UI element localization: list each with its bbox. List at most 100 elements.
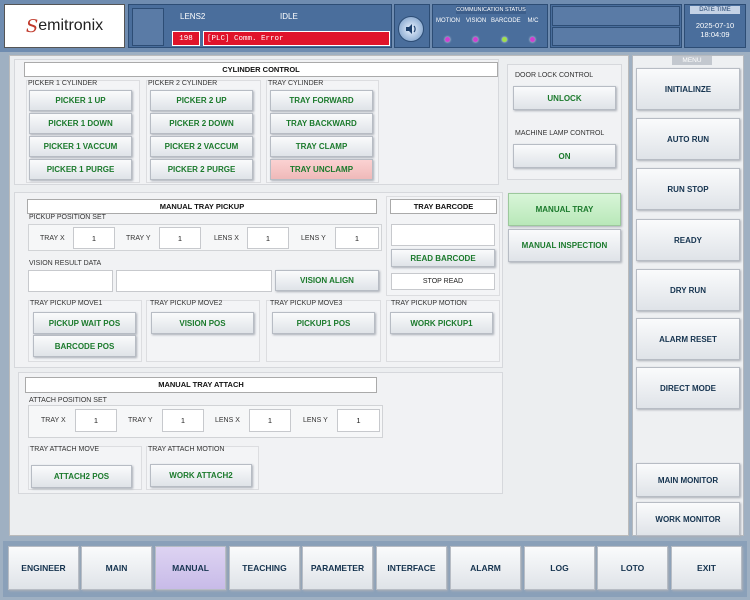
nav-exit[interactable]: EXIT: [671, 546, 742, 590]
pickup-tray-y-label: TRAY Y: [126, 235, 151, 242]
tray-forward-button[interactable]: TRAY FORWARD: [270, 90, 373, 111]
pickup-tray-x-input[interactable]: 1: [73, 227, 115, 249]
comm-item-mc: M/C: [527, 18, 539, 24]
work-pickup1-button[interactable]: WORK PICKUP1: [390, 312, 493, 334]
attach-tray-x-label: TRAY X: [41, 417, 66, 424]
pickup-lens-x-input[interactable]: 1: [247, 227, 289, 249]
stop-read-button[interactable]: STOP READ: [391, 273, 495, 290]
pickup-move3-label: TRAY PICKUP MOVE3: [270, 300, 343, 307]
attach-tray-y-input[interactable]: 1: [162, 409, 204, 432]
vision-result-label: VISION RESULT DATA: [29, 260, 102, 267]
nav-main[interactable]: MAIN: [81, 546, 152, 590]
menu-title: MENU: [672, 56, 712, 65]
door-lock-label: DOOR LOCK CONTROL: [515, 72, 594, 79]
comm-item-motion: MOTION: [436, 18, 460, 24]
status-slot: [132, 8, 164, 46]
work-attach2-button[interactable]: WORK ATTACH2: [150, 464, 252, 487]
pickup-wait-pos-button[interactable]: PICKUP WAIT POS: [33, 312, 136, 334]
pickup-position-label: PICKUP POSITION SET: [29, 214, 106, 221]
attach-tray-y-label: TRAY Y: [128, 417, 153, 424]
attach-position-label: ATTACH POSITION SET: [29, 397, 107, 404]
nav-parameter[interactable]: PARAMETER: [302, 546, 373, 590]
comm-status-label: COMMUNICATION STATUS: [456, 6, 526, 14]
picker1-label: PICKER 1 CYLINDER: [28, 80, 98, 87]
nav-alarm[interactable]: ALARM: [450, 546, 521, 590]
tray-clamp-button[interactable]: TRAY CLAMP: [270, 136, 373, 157]
speaker-button[interactable]: [398, 16, 424, 42]
mc-status-led: [530, 37, 535, 42]
nav-loto[interactable]: LOTO: [597, 546, 668, 590]
attach-tray-x-input[interactable]: 1: [75, 409, 117, 432]
picker1-down-button[interactable]: PICKER 1 DOWN: [29, 113, 132, 134]
vision-status-led: [473, 37, 478, 42]
unlock-button[interactable]: UNLOCK: [513, 86, 616, 110]
comm-item-barcode: BARCODE: [491, 18, 521, 24]
vision-align-button[interactable]: VISION ALIGN: [275, 270, 379, 291]
picker1-purge-button[interactable]: PICKER 1 PURGE: [29, 159, 132, 180]
main-monitor-button[interactable]: MAIN MONITOR: [636, 463, 740, 497]
tray-backward-button[interactable]: TRAY BACKWARD: [270, 113, 373, 134]
company-logo: Semitronix: [4, 4, 125, 48]
pickup-lens-x-label: LENS X: [214, 235, 239, 242]
pickup-tray-y-input[interactable]: 1: [159, 227, 201, 249]
header-blank-slot-bottom: [552, 27, 680, 46]
motion-status-led: [445, 37, 450, 42]
pickup-lens-y-label: LENS Y: [301, 235, 326, 242]
attach-motion-label: TRAY ATTACH MOTION: [148, 446, 225, 453]
nav-manual[interactable]: MANUAL: [155, 546, 226, 590]
speaker-icon: [406, 24, 416, 34]
attach-lens-y-input[interactable]: 1: [337, 409, 380, 432]
datetime-label: DATE TIME: [690, 6, 740, 14]
vision-result-field-1[interactable]: [28, 270, 113, 292]
vision-pos-button[interactable]: VISION POS: [151, 312, 254, 334]
lamp-on-button[interactable]: ON: [513, 144, 616, 168]
time-value: 18:04:09: [700, 30, 730, 39]
pickup-lens-y-input[interactable]: 1: [335, 227, 379, 249]
picker2-purge-button[interactable]: PICKER 2 PURGE: [150, 159, 253, 180]
picker1-up-button[interactable]: PICKER 1 UP: [29, 90, 132, 111]
menu-dry-run-button[interactable]: DRY RUN: [636, 269, 740, 311]
tray-barcode-title: TRAY BARCODE: [390, 199, 497, 214]
menu-alarm-reset-button[interactable]: ALARM RESET: [636, 318, 740, 360]
read-barcode-button[interactable]: READ BARCODE: [391, 249, 495, 267]
vision-result-field-2[interactable]: [116, 270, 272, 292]
date-value: 2025-07-10: [695, 21, 735, 30]
picker2-label: PICKER 2 CYLINDER: [148, 80, 218, 87]
tray-unclamp-button[interactable]: TRAY UNCLAMP: [270, 159, 373, 180]
nav-engineer[interactable]: ENGINEER: [8, 546, 79, 590]
manual-inspection-button[interactable]: MANUAL INSPECTION: [508, 229, 621, 262]
picker1-vaccum-button[interactable]: PICKER 1 VACCUM: [29, 136, 132, 157]
alarm-code: 198: [172, 31, 200, 46]
menu-auto-run-button[interactable]: AUTO RUN: [636, 118, 740, 160]
cylinder-control-title: CYLINDER CONTROL: [24, 62, 498, 77]
attach2-pos-button[interactable]: ATTACH2 POS: [31, 465, 132, 488]
header-blank-slot-top: [552, 6, 680, 26]
attach-move-label: TRAY ATTACH MOVE: [30, 446, 100, 453]
pickup-motion-label: TRAY PICKUP MOTION: [391, 300, 467, 307]
nav-log[interactable]: LOG: [524, 546, 595, 590]
machine-state: IDLE: [280, 12, 298, 21]
picker2-down-button[interactable]: PICKER 2 DOWN: [150, 113, 253, 134]
alarm-message: [PLC] Comm. Error: [203, 31, 390, 46]
attach-lens-x-input[interactable]: 1: [249, 409, 291, 432]
picker2-vaccum-button[interactable]: PICKER 2 VACCUM: [150, 136, 253, 157]
barcode-pos-button[interactable]: BARCODE POS: [33, 335, 136, 357]
pickup1-pos-button[interactable]: PICKUP1 POS: [272, 312, 375, 334]
menu-run-stop-button[interactable]: RUN STOP: [636, 168, 740, 210]
picker2-up-button[interactable]: PICKER 2 UP: [150, 90, 253, 111]
tray-attach-title: MANUAL TRAY ATTACH: [25, 377, 377, 393]
pickup-tray-x-label: TRAY X: [40, 235, 65, 242]
work-monitor-button[interactable]: WORK MONITOR: [636, 502, 740, 536]
barcode-status-led: [502, 37, 507, 42]
menu-initialize-button[interactable]: INITIALINZE: [636, 68, 740, 110]
manual-tray-button[interactable]: MANUAL TRAY: [508, 193, 621, 226]
tray-cylinder-label: TRAY CYLINDER: [268, 80, 324, 87]
barcode-value-field[interactable]: [391, 224, 495, 246]
nav-teaching[interactable]: TEACHING: [229, 546, 300, 590]
menu-ready-button[interactable]: READY: [636, 219, 740, 261]
nav-interface[interactable]: INTERFACE: [376, 546, 447, 590]
machine-lamp-label: MACHINE LAMP CONTROL: [515, 130, 605, 137]
pickup-move2-label: TRAY PICKUP MOVE2: [150, 300, 223, 307]
pickup-move1-label: TRAY PICKUP MOVE1: [30, 300, 103, 307]
menu-direct-mode-button[interactable]: DIRECT MODE: [636, 367, 740, 409]
